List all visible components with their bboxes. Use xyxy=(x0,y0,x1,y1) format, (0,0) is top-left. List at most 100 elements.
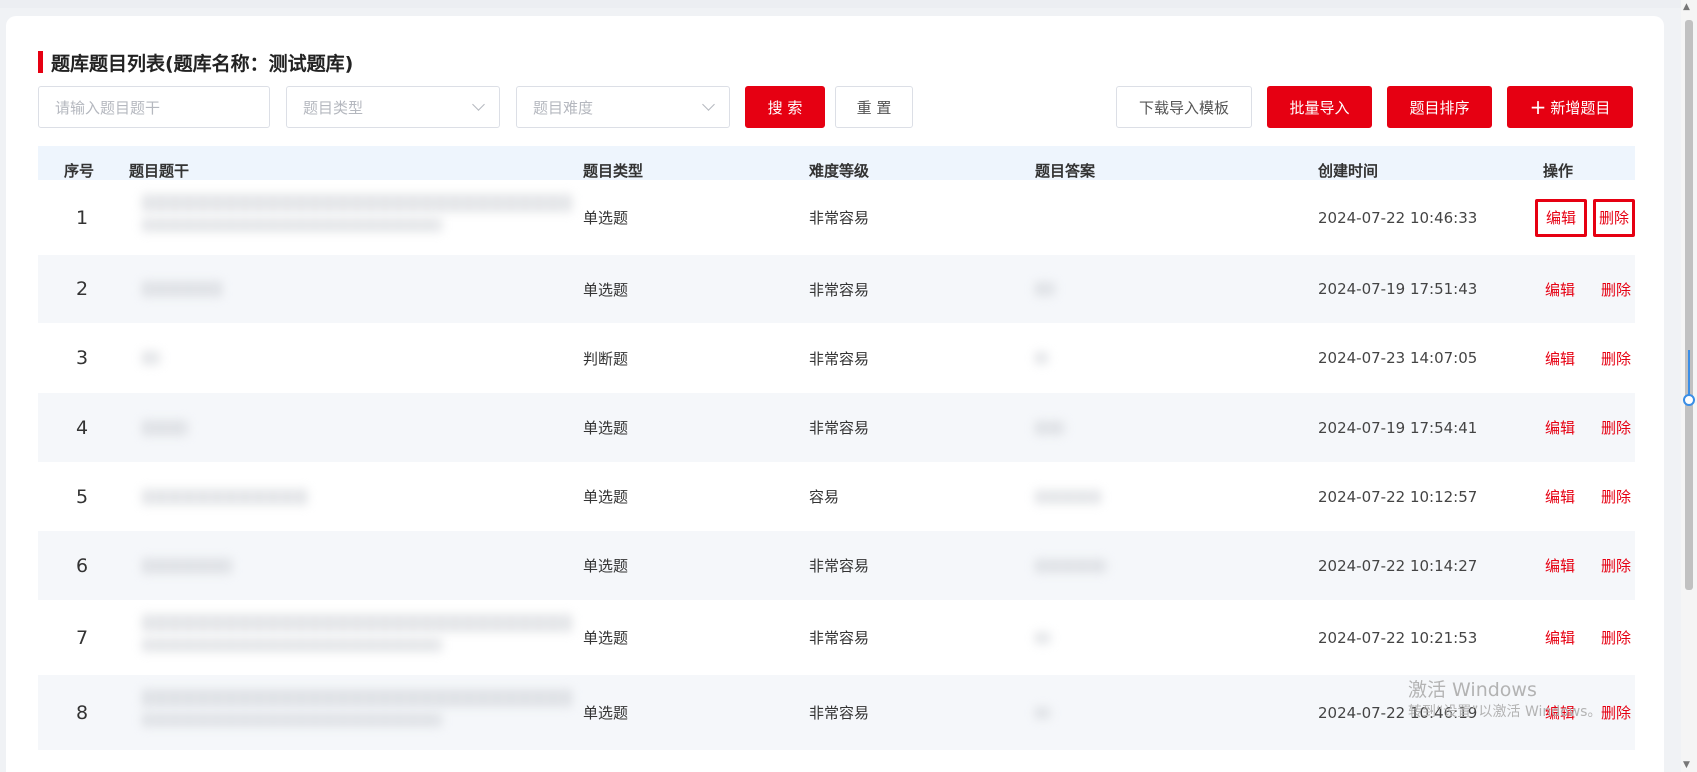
row-index: 4 xyxy=(75,416,89,439)
table-row: 5 单选题 容易 2024-07-22 10:12:57 编辑 删除 xyxy=(38,462,1635,531)
row-created-time: 2024-07-22 10:12:57 xyxy=(1318,487,1478,506)
row-answer-redacted xyxy=(1035,531,1275,600)
row-index: 7 xyxy=(75,626,89,649)
delete-button[interactable]: 删除 xyxy=(1593,198,1635,237)
row-created-time: 2024-07-19 17:51:43 xyxy=(1318,280,1478,298)
delete-button[interactable]: 删除 xyxy=(1597,347,1635,369)
download-template-button[interactable]: 下载导入模板 xyxy=(1116,86,1252,128)
row-index: 3 xyxy=(75,347,89,369)
row-answer-redacted xyxy=(1035,393,1275,462)
row-stem-redacted xyxy=(126,393,596,462)
type-select[interactable]: 题目类型 xyxy=(286,86,500,128)
stem-search-input[interactable]: 请输入题目题干 xyxy=(38,86,270,128)
row-answer-redacted xyxy=(1035,462,1275,531)
row-difficulty: 非常容易 xyxy=(809,419,870,437)
row-type: 单选题 xyxy=(583,488,629,506)
difficulty-select[interactable]: 题目难度 xyxy=(516,86,730,128)
scroll-up-icon[interactable]: ▲ xyxy=(1683,2,1690,12)
row-answer-redacted xyxy=(1035,255,1275,323)
row-stem-redacted xyxy=(126,323,596,393)
page-title: 题库题目列表(题库名称：测试题库) xyxy=(38,44,353,80)
row-type: 单选题 xyxy=(583,209,629,227)
row-index: 2 xyxy=(75,278,89,300)
row-type: 单选题 xyxy=(583,419,629,437)
redacted-text-blur xyxy=(142,557,232,574)
row-stem-redacted xyxy=(126,180,596,255)
redacted-text-blur xyxy=(142,638,442,652)
row-created-time: 2024-07-22 10:14:27 xyxy=(1318,556,1478,575)
row-stem-redacted xyxy=(126,531,596,600)
delete-button[interactable]: 删除 xyxy=(1597,702,1635,724)
row-stem-redacted xyxy=(126,255,596,323)
edit-button[interactable]: 编辑 xyxy=(1540,347,1580,369)
row-type: 单选题 xyxy=(583,629,629,647)
row-answer-redacted xyxy=(1035,180,1275,255)
row-stem-redacted xyxy=(126,462,596,531)
difficulty-select-placeholder: 题目难度 xyxy=(533,98,594,117)
table-row: 8 单选题 非常容易 2024-07-22 10:46:19 编辑 删除 xyxy=(38,675,1635,750)
row-answer-redacted xyxy=(1035,323,1275,393)
table-row: 1 单选题 非常容易 2024-07-22 10:46:33 编辑 删除 xyxy=(38,180,1635,255)
row-index: 1 xyxy=(75,206,89,229)
add-question-button[interactable]: + 新增题目 xyxy=(1507,86,1633,128)
row-index: 8 xyxy=(75,701,89,724)
row-answer-redacted xyxy=(1035,675,1275,750)
delete-button[interactable]: 删除 xyxy=(1597,627,1635,649)
redacted-text-blur xyxy=(142,713,442,727)
redacted-text-blur xyxy=(1035,352,1049,364)
row-difficulty: 非常容易 xyxy=(809,629,870,647)
scroll-down-icon[interactable]: ▼ xyxy=(1683,760,1690,770)
row-created-time: 2024-07-19 17:54:41 xyxy=(1318,418,1478,437)
content-card: 题库题目列表(题库名称：测试题库) 请输入题目题干 题目类型 题目难度 搜 索 … xyxy=(6,16,1664,772)
stem-search-placeholder: 请输入题目题干 xyxy=(55,98,161,117)
edit-button[interactable]: 编辑 xyxy=(1535,198,1587,237)
redacted-text-blur xyxy=(142,281,222,297)
search-button[interactable]: 搜 索 xyxy=(745,86,825,128)
row-index: 5 xyxy=(75,485,89,508)
add-question-label: 新增题目 xyxy=(1550,98,1611,117)
delete-button[interactable]: 删除 xyxy=(1597,486,1635,508)
redacted-text-blur xyxy=(142,194,572,212)
row-stem-redacted xyxy=(126,600,596,675)
table-row: 6 单选题 非常容易 2024-07-22 10:14:27 编辑 删除 xyxy=(38,531,1635,600)
row-created-time: 2024-07-22 10:46:33 xyxy=(1318,208,1478,227)
reset-button[interactable]: 重 置 xyxy=(835,86,913,128)
table-row: 7 单选题 非常容易 2024-07-22 10:21:53 编辑 删除 xyxy=(38,600,1635,675)
row-created-time: 2024-07-23 14:07:05 xyxy=(1318,349,1478,367)
row-difficulty: 非常容易 xyxy=(809,349,870,368)
delete-button[interactable]: 删除 xyxy=(1597,555,1635,577)
redacted-text-blur xyxy=(1035,558,1107,573)
edit-button[interactable]: 编辑 xyxy=(1540,417,1580,439)
redacted-text-blur xyxy=(142,488,308,505)
side-slider-knob[interactable] xyxy=(1683,394,1695,406)
edit-button[interactable]: 编辑 xyxy=(1540,278,1580,300)
row-type: 单选题 xyxy=(583,557,629,575)
redacted-text-blur xyxy=(142,614,572,632)
row-created-time: 2024-07-22 10:21:53 xyxy=(1318,628,1478,647)
table-row: 3 判断题 非常容易 2024-07-23 14:07:05 编辑 删除 xyxy=(38,323,1635,393)
chevron-down-icon xyxy=(702,98,715,111)
scrollbar-thumb[interactable] xyxy=(1685,20,1693,590)
row-stem-redacted xyxy=(126,675,596,750)
row-difficulty: 非常容易 xyxy=(809,280,870,299)
edit-button[interactable]: 编辑 xyxy=(1540,627,1580,649)
batch-import-button[interactable]: 批量导入 xyxy=(1267,86,1372,128)
edit-button[interactable]: 编辑 xyxy=(1540,486,1580,508)
redacted-text-blur xyxy=(142,351,160,365)
side-slider-track xyxy=(1688,350,1690,400)
row-type: 单选题 xyxy=(583,280,629,299)
delete-button[interactable]: 删除 xyxy=(1597,417,1635,439)
redacted-text-blur xyxy=(142,419,188,436)
windows-activation-watermark: 激活 Windows 转到“设置”以激活 Windows。 xyxy=(1408,678,1601,721)
table-row: 4 单选题 非常容易 2024-07-19 17:54:41 编辑 删除 xyxy=(38,393,1635,462)
type-select-placeholder: 题目类型 xyxy=(303,98,364,117)
top-strip xyxy=(0,0,1697,8)
edit-button[interactable]: 编辑 xyxy=(1540,555,1580,577)
page-title-text: 题库题目列表(题库名称：测试题库) xyxy=(51,52,354,75)
redacted-text-blur xyxy=(1035,420,1065,435)
row-difficulty: 非常容易 xyxy=(809,704,870,722)
row-difficulty: 非常容易 xyxy=(809,209,870,227)
delete-button[interactable]: 删除 xyxy=(1597,278,1635,300)
redacted-text-blur xyxy=(1035,282,1055,296)
sort-questions-button[interactable]: 题目排序 xyxy=(1387,86,1492,128)
